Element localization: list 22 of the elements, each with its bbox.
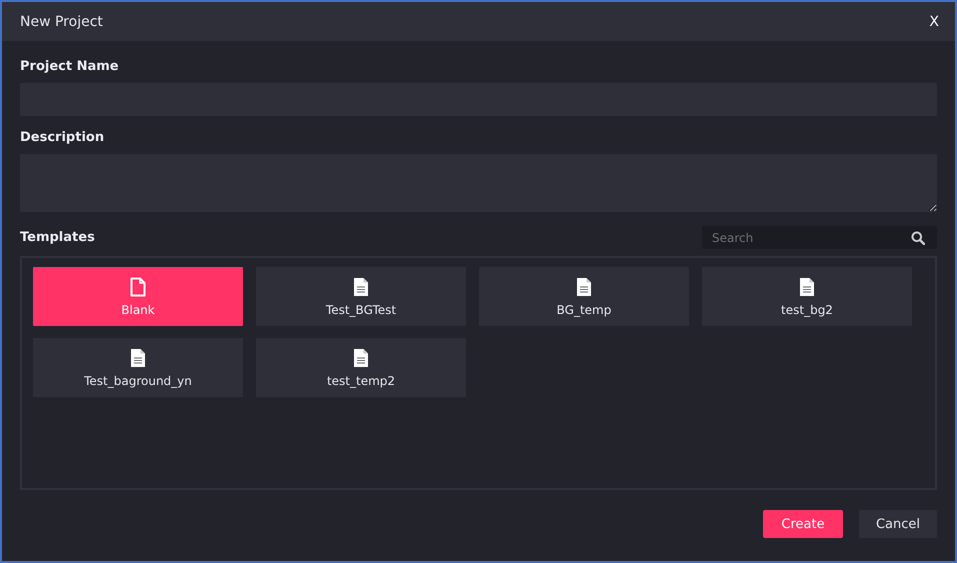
search-field[interactable]: Search xyxy=(702,226,937,249)
field-label: Description xyxy=(20,130,106,145)
document-icon xyxy=(576,276,592,296)
field-label: Project Name xyxy=(20,59,120,74)
search-icon xyxy=(911,231,925,245)
template-tile[interactable]: Test_baground_yn xyxy=(33,338,243,397)
template-tile[interactable]: test_temp2 xyxy=(256,338,466,397)
section-label: Templates xyxy=(20,230,95,245)
window-title: New Project xyxy=(20,14,103,30)
create-button[interactable]: Create xyxy=(763,510,843,538)
blank-file-icon xyxy=(130,276,146,296)
template-tile[interactable]: BG_temp xyxy=(479,267,689,326)
template-tile[interactable]: test_bg2 xyxy=(702,267,912,326)
document-icon xyxy=(799,276,815,296)
template-tile[interactable]: Test_BGTest xyxy=(256,267,466,326)
document-icon xyxy=(130,348,146,368)
close-button[interactable]: X xyxy=(929,14,939,30)
document-icon xyxy=(353,276,369,296)
template-tile[interactable]: Blank xyxy=(33,267,243,326)
cancel-button[interactable]: Cancel xyxy=(859,510,937,538)
document-icon xyxy=(353,348,369,368)
text-area[interactable] xyxy=(20,154,937,212)
